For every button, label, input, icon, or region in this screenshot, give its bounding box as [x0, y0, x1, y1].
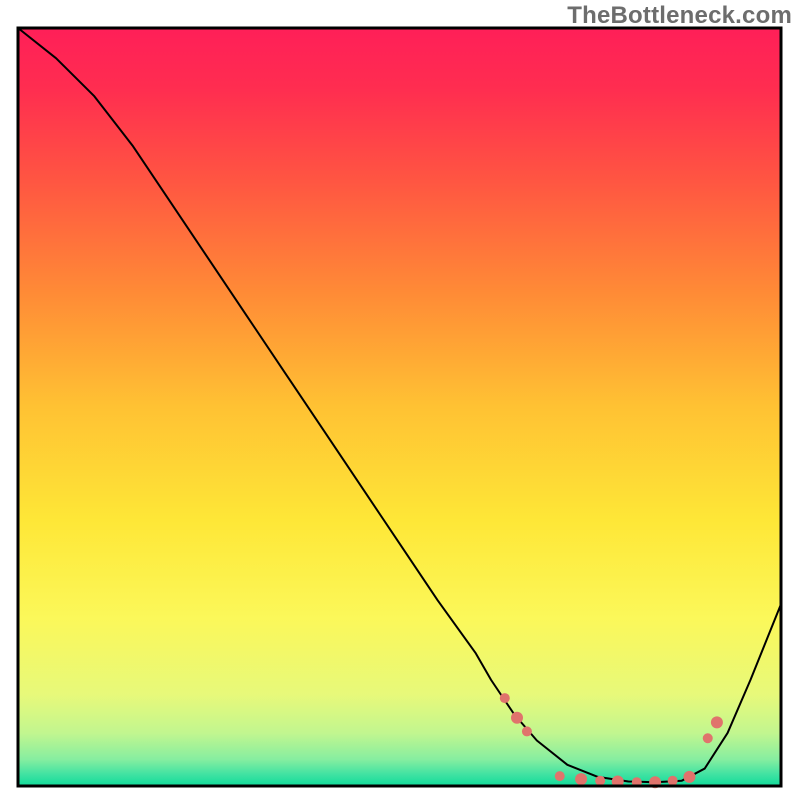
bottleneck-curve-chart — [0, 0, 800, 800]
data-marker — [555, 771, 565, 781]
data-marker — [511, 712, 523, 724]
data-marker — [522, 726, 532, 736]
data-marker — [668, 776, 678, 786]
watermark-text: TheBottleneck.com — [567, 2, 792, 30]
gradient-background — [18, 28, 781, 786]
data-marker — [711, 716, 723, 728]
data-marker — [575, 773, 587, 785]
data-marker — [703, 733, 713, 743]
data-marker — [683, 771, 695, 783]
data-marker — [595, 776, 605, 786]
data-marker — [500, 693, 510, 703]
chart-frame: TheBottleneck.com — [0, 0, 800, 800]
